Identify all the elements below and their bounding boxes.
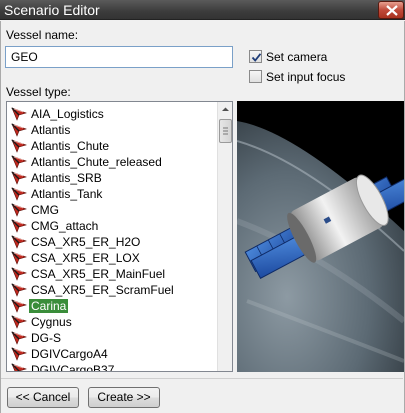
red-spacecraft-icon xyxy=(11,187,27,201)
list-item[interactable]: CMG_attach xyxy=(9,218,214,234)
red-spacecraft-icon xyxy=(11,267,27,281)
red-spacecraft-icon xyxy=(11,155,27,169)
set-camera-label: Set camera xyxy=(266,50,328,64)
list-item[interactable]: CSA_XR5_ER_MainFuel xyxy=(9,266,214,282)
list-item[interactable]: DGIVCargoA4 xyxy=(9,346,214,362)
list-item[interactable]: Atlantis xyxy=(9,122,214,138)
list-item[interactable]: CMG xyxy=(9,202,214,218)
vessel-type-list[interactable]: AIA_Logistics Atlantis Atlantis_Chute Atlan… xyxy=(6,101,233,372)
list-item-label: CSA_XR5_ER_LOX xyxy=(31,251,140,265)
red-spacecraft-icon xyxy=(11,235,27,249)
red-spacecraft-icon xyxy=(11,139,27,153)
close-button[interactable] xyxy=(378,1,404,19)
list-item-label: Atlantis_Chute_released xyxy=(31,155,162,169)
red-spacecraft-icon xyxy=(11,251,27,265)
set-camera-checkbox[interactable] xyxy=(249,50,262,63)
vertical-scrollbar[interactable] xyxy=(217,102,232,371)
list-item[interactable]: Atlantis_Tank xyxy=(9,186,214,202)
list-item-label: DG-S xyxy=(31,331,61,345)
list-item-label: Cygnus xyxy=(31,315,72,329)
list-item[interactable]: Atlantis_Chute xyxy=(9,138,214,154)
scroll-thumb[interactable] xyxy=(219,119,232,143)
list-item[interactable]: CSA_XR5_ER_LOX xyxy=(9,250,214,266)
list-item[interactable]: Atlantis_Chute_released xyxy=(9,154,214,170)
list-item-label: DGIVCargoA4 xyxy=(31,347,108,361)
list-item[interactable]: CSA_XR5_ER_H2O xyxy=(9,234,214,250)
scroll-up-icon xyxy=(222,107,229,111)
list-item-label: Atlantis xyxy=(31,123,71,137)
set-input-focus-checkbox[interactable] xyxy=(249,70,262,83)
spacecraft-preview-illustration xyxy=(237,101,404,372)
red-spacecraft-icon xyxy=(11,171,27,185)
list-item-label: CSA_XR5_ER_MainFuel xyxy=(31,267,166,281)
vessel-preview-image xyxy=(237,101,404,372)
window-title: Scenario Editor xyxy=(4,2,100,18)
red-spacecraft-icon xyxy=(11,299,27,313)
list-item-label: CSA_XR5_ER_ScramFuel xyxy=(31,283,174,297)
list-item-label: DGIVCargoB37 xyxy=(31,363,115,372)
cancel-button[interactable]: << Cancel xyxy=(7,387,79,408)
vessel-type-label: Vessel type: xyxy=(6,85,71,99)
list-item-label: Carina xyxy=(29,299,69,313)
title-bar: Scenario Editor xyxy=(0,0,405,20)
list-item[interactable]: Atlantis_SRB xyxy=(9,170,214,186)
grip-icon xyxy=(223,127,228,135)
red-spacecraft-icon xyxy=(11,331,27,345)
checkmark-icon xyxy=(251,53,262,62)
list-item[interactable]: DGIVCargoB37 xyxy=(9,362,214,372)
vessel-name-label: Vessel name: xyxy=(6,28,79,42)
list-item[interactable]: DG-S xyxy=(9,330,214,346)
red-spacecraft-icon xyxy=(11,347,27,361)
bottom-separator xyxy=(1,378,403,379)
list-item-label: Atlantis_Tank xyxy=(31,187,103,201)
list-item-label: Atlantis_Chute xyxy=(31,139,110,153)
vessel-name-input[interactable] xyxy=(5,46,233,68)
red-spacecraft-icon xyxy=(11,203,27,217)
red-spacecraft-icon xyxy=(11,363,27,371)
list-item-label: Atlantis_SRB xyxy=(31,171,102,185)
list-item-label: CMG xyxy=(31,203,59,217)
red-spacecraft-icon xyxy=(11,107,27,121)
list-item[interactable]: CSA_XR5_ER_ScramFuel xyxy=(9,282,214,298)
red-spacecraft-icon xyxy=(11,315,27,329)
list-item-label: CSA_XR5_ER_H2O xyxy=(31,235,141,249)
create-button[interactable]: Create >> xyxy=(88,387,160,408)
list-item[interactable]: Cygnus xyxy=(9,314,214,330)
scroll-up-arrow[interactable] xyxy=(218,102,232,117)
red-spacecraft-icon xyxy=(11,123,27,137)
list-item[interactable]: AIA_Logistics xyxy=(9,106,214,122)
set-input-focus-label: Set input focus xyxy=(266,70,346,84)
red-spacecraft-icon xyxy=(11,219,27,233)
close-icon xyxy=(386,5,398,16)
list-item-label: AIA_Logistics xyxy=(31,107,104,121)
red-spacecraft-icon xyxy=(11,283,27,297)
list-item-label: CMG_attach xyxy=(31,219,99,233)
list-item[interactable]: Carina xyxy=(9,298,214,314)
